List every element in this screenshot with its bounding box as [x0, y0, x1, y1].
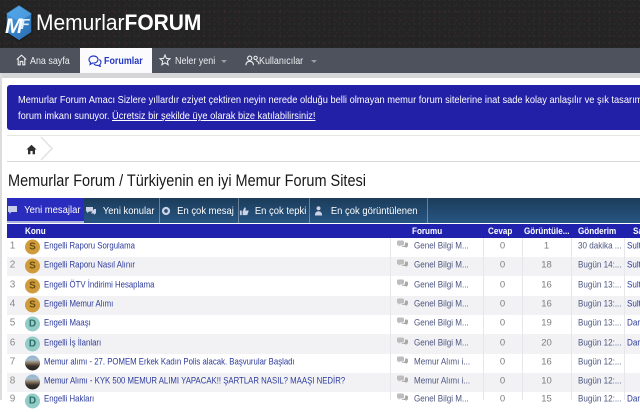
svg-text:F: F [21, 16, 31, 33]
